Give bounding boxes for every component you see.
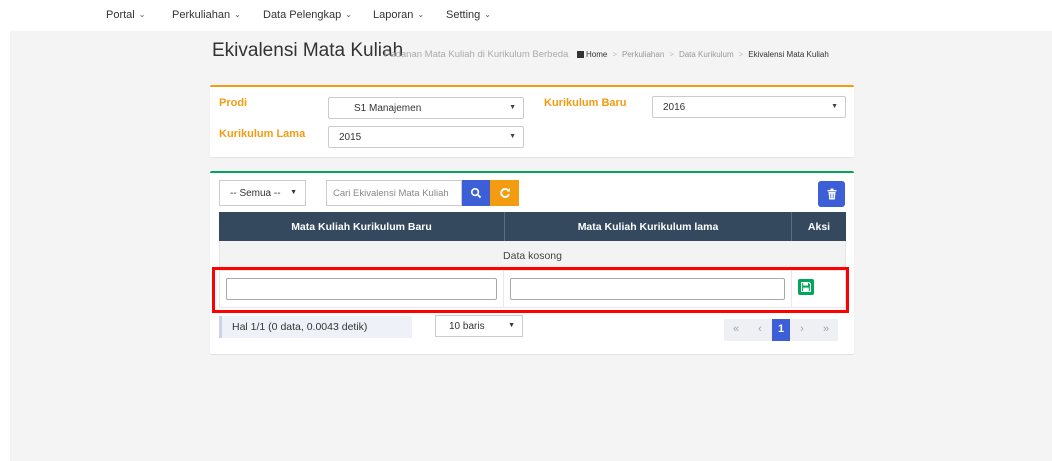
pagination-page-1[interactable]: 1 xyxy=(772,319,790,341)
chevron-down-icon: ⌄ xyxy=(234,10,241,19)
category-filter-value: -- Semua -- xyxy=(230,188,281,199)
prodi-select-value: S1 Manajemen xyxy=(354,103,422,114)
rows-per-page-select[interactable]: 10 baris ▼ xyxy=(435,315,523,337)
prodi-label: Prodi xyxy=(219,97,248,109)
caret-down-icon: ▼ xyxy=(509,104,516,111)
book-icon xyxy=(577,51,584,58)
breadcrumb-item-data-kurikulum[interactable]: Data Kurikulum xyxy=(679,50,734,59)
nav-item-label: Portal xyxy=(106,9,135,21)
search-input[interactable] xyxy=(326,180,462,206)
kurikulum-baru-value: 2016 xyxy=(663,102,686,113)
caret-down-icon: ▼ xyxy=(831,103,838,110)
pagination-first[interactable]: « xyxy=(724,319,748,341)
nav-item-label: Laporan xyxy=(373,9,414,21)
nav-item-laporan[interactable]: Laporan ⌄ xyxy=(373,9,424,21)
chevron-down-icon: ⌄ xyxy=(345,10,352,19)
column-header-aksi: Aksi xyxy=(791,212,846,241)
trash-icon xyxy=(827,188,836,200)
search-icon xyxy=(470,187,482,199)
refresh-button[interactable] xyxy=(490,180,519,206)
nav-item-label: Data Pelengkap xyxy=(263,9,342,21)
mata-kuliah-baru-input[interactable] xyxy=(226,278,497,300)
pagination-last[interactable]: » xyxy=(814,319,838,341)
nav-item-data-pelengkap[interactable]: Data Pelengkap ⌄ xyxy=(263,9,352,21)
nav-item-label: Setting xyxy=(446,9,481,21)
category-filter-select[interactable]: -- Semua -- ▼ xyxy=(219,180,306,206)
prodi-select[interactable]: S1 Manajemen ▼ xyxy=(328,97,524,119)
kurikulum-lama-value: 2015 xyxy=(339,132,362,143)
mata-kuliah-lama-input[interactable] xyxy=(510,278,785,300)
caret-down-icon: ▼ xyxy=(290,189,297,196)
page-subtitle: Padanan Mata Kuliah di Kurikulum Berbeda xyxy=(384,49,569,60)
breadcrumb-item-perkuliahan[interactable]: Perkuliahan xyxy=(622,50,664,59)
breadcrumb: Home > Perkuliahan > Data Kurikulum > Ekivalen… xyxy=(577,50,829,59)
chevron-down-icon: ⌄ xyxy=(138,10,146,19)
refresh-icon xyxy=(499,188,510,198)
chevron-down-icon: ⌄ xyxy=(417,10,425,19)
nav-item-setting[interactable]: Setting ⌄ xyxy=(446,9,491,21)
pagination-next[interactable]: › xyxy=(790,319,814,341)
pagination-info: Hal 1/1 (0 data, 0.0043 detik) xyxy=(219,316,412,338)
page-title: Ekivalensi Mata Kuliah xyxy=(212,40,404,61)
table-header: Mata Kuliah Kurikulum Baru Mata Kuliah K… xyxy=(219,212,846,241)
search-button[interactable] xyxy=(462,180,490,206)
kurikulum-lama-label: Kurikulum Lama xyxy=(219,128,306,140)
kurikulum-lama-select[interactable]: 2015 ▼ xyxy=(328,126,524,148)
chevron-down-icon: ⌄ xyxy=(484,10,491,19)
caret-down-icon: ▼ xyxy=(508,322,515,329)
column-header-kurikulum-baru: Mata Kuliah Kurikulum Baru xyxy=(291,221,432,233)
column-divider xyxy=(503,270,504,308)
kurikulum-baru-label: Kurikulum Baru xyxy=(544,97,627,109)
empty-table-message: Data kosong xyxy=(219,241,846,270)
delete-button[interactable] xyxy=(818,181,845,207)
breadcrumb-item-current: Ekivalensi Mata Kuliah xyxy=(748,50,829,59)
column-divider xyxy=(791,270,792,308)
pagination-prev[interactable]: ‹ xyxy=(748,319,772,341)
breadcrumb-home[interactable]: Home xyxy=(586,50,607,59)
nav-item-perkuliahan[interactable]: Perkuliahan ⌄ xyxy=(172,9,241,21)
rows-per-page-value: 10 baris xyxy=(449,321,485,332)
nav-item-portal[interactable]: Portal ⌄ xyxy=(106,9,145,21)
breadcrumb-separator: > xyxy=(612,50,618,59)
column-header-kurikulum-lama: Mata Kuliah Kurikulum lama xyxy=(504,212,791,241)
top-navigation: Portal ⌄ Perkuliahan ⌄ Data Pelengkap ⌄ Lap… xyxy=(0,0,1052,30)
breadcrumb-separator: > xyxy=(738,50,744,59)
caret-down-icon: ▼ xyxy=(509,133,516,140)
save-button[interactable] xyxy=(798,279,814,295)
breadcrumb-separator: > xyxy=(669,50,674,59)
save-icon xyxy=(801,282,811,292)
nav-item-label: Perkuliahan xyxy=(172,9,231,21)
kurikulum-baru-select[interactable]: 2016 ▼ xyxy=(652,96,846,118)
